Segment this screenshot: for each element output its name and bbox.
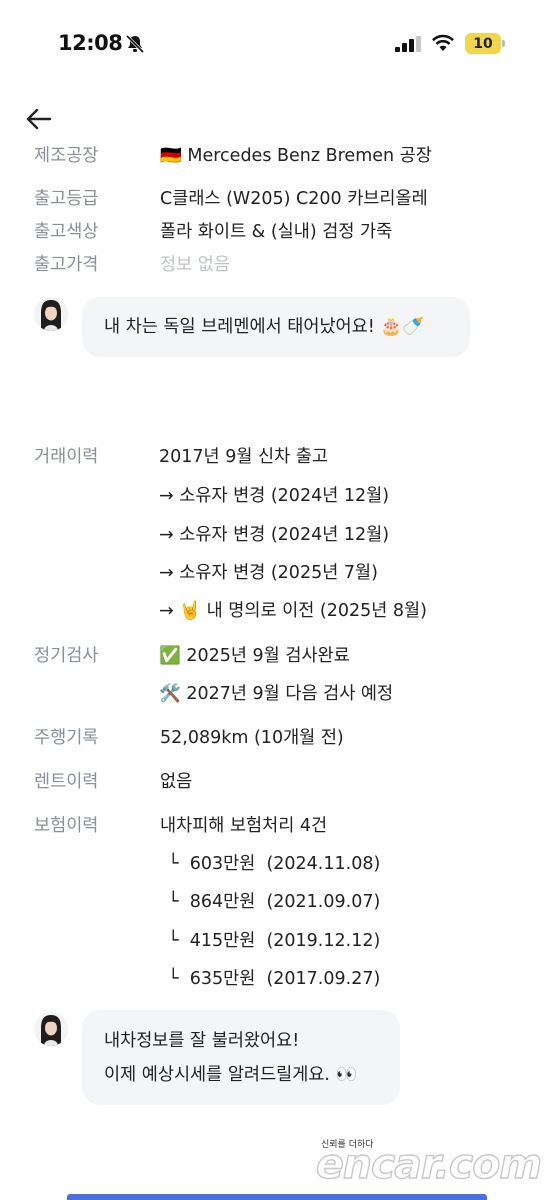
spec-value: 정보 없음 bbox=[160, 255, 230, 275]
avatar bbox=[34, 297, 68, 331]
insurance-item-date: (2017.09.27) bbox=[266, 969, 381, 989]
spec-value: 🇩🇪 Mercedes Benz Bremen 공장 bbox=[160, 142, 432, 167]
chat-message: 내 차는 독일 브레멘에서 태어났어요! 🎂🍼 bbox=[104, 317, 424, 337]
history-line: → 소유자 변경 (2024년 12월) bbox=[159, 525, 390, 545]
back-arrow-icon[interactable] bbox=[24, 104, 54, 134]
avatar-person-icon bbox=[34, 1012, 68, 1046]
insurance-item: └ 415만원 (2019.12.12) bbox=[168, 927, 380, 952]
history-line: 2017년 9월 신차 출고 bbox=[159, 447, 328, 467]
insurance-item-prefix: └ bbox=[168, 854, 179, 874]
inspection-line: 🛠️ 2027년 9월 다음 검사 예정 bbox=[159, 684, 394, 704]
spec-label: 제조공장 bbox=[34, 146, 99, 166]
avatar-person-icon bbox=[34, 297, 68, 331]
spec-value: 폴라 화이트 & (실내) 검정 가죽 bbox=[160, 222, 393, 242]
chat-message-line: 이제 예상시세를 알려드릴게요. 👀 bbox=[104, 1065, 358, 1085]
mileage-value: 52,089km (10개월 전) bbox=[160, 728, 344, 748]
spec-label: 출고가격 bbox=[34, 255, 99, 275]
insurance-item-prefix: └ bbox=[168, 892, 179, 912]
insurance-item: └ 864만원 (2021.09.07) bbox=[168, 888, 380, 913]
spec-label: 출고등급 bbox=[34, 189, 99, 209]
insurance-item-amount: 603만원 bbox=[189, 854, 256, 874]
history-line: → 🤘 내 명의로 이전 (2025년 8월) bbox=[159, 601, 427, 621]
inspection-label: 정기검사 bbox=[34, 646, 99, 666]
insurance-item-prefix: └ bbox=[168, 931, 179, 951]
insurance-label: 보험이력 bbox=[34, 816, 99, 836]
insurance-item-amount: 635만원 bbox=[189, 969, 256, 989]
insurance-item-amount: 864만원 bbox=[189, 892, 256, 912]
history-line: → 소유자 변경 (2025년 7월) bbox=[159, 563, 378, 583]
status-time: 12:08 bbox=[58, 31, 123, 55]
battery-level: 10 bbox=[473, 35, 493, 52]
bottom-action-bar[interactable] bbox=[67, 1194, 487, 1200]
rental-label: 렌트이력 bbox=[34, 772, 99, 792]
scrolled-row-clip: 제조공장 🇩🇪 Mercedes Benz Bremen 공장 bbox=[0, 138, 552, 168]
chat-message-line: 내차정보를 잘 불러왔어요! bbox=[104, 1031, 300, 1051]
spec-label: 출고색상 bbox=[34, 222, 99, 242]
chat-bubble-info-loaded: 내차정보를 잘 불러왔어요! 이제 예상시세를 알려드릴게요. 👀 bbox=[82, 1010, 400, 1105]
status-bar: 12:08 10 bbox=[0, 0, 552, 90]
mileage-label: 주행기록 bbox=[34, 728, 99, 748]
chat-bubble-factory: 내 차는 독일 브레멘에서 태어났어요! 🎂🍼 bbox=[82, 297, 470, 357]
insurance-summary: 내차피해 보험처리 4건 bbox=[160, 816, 328, 836]
insurance-item-prefix: └ bbox=[168, 969, 179, 989]
factory-value: Mercedes Benz Bremen 공장 bbox=[187, 146, 432, 166]
battery-indicator: 10 bbox=[465, 33, 501, 54]
germany-flag-icon: 🇩🇪 bbox=[160, 146, 182, 166]
encar-logo: encar.com bbox=[315, 1139, 543, 1188]
spec-value: C클래스 (W205) C200 카브리올레 bbox=[160, 189, 428, 209]
rental-value: 없음 bbox=[160, 772, 193, 792]
insurance-item-date: (2021.09.07) bbox=[266, 892, 381, 912]
inspection-line: ✅ 2025년 9월 검사완료 bbox=[159, 646, 350, 666]
insurance-item: └ 635만원 (2017.09.27) bbox=[168, 965, 380, 990]
insurance-item-amount: 415만원 bbox=[189, 931, 256, 951]
avatar bbox=[34, 1012, 68, 1046]
wifi-icon bbox=[432, 34, 454, 51]
history-line: → 소유자 변경 (2024년 12월) bbox=[159, 486, 390, 506]
insurance-item: └ 603만원 (2024.11.08) bbox=[168, 850, 380, 875]
insurance-item-date: (2024.11.08) bbox=[266, 854, 381, 874]
insurance-item-date: (2019.12.12) bbox=[266, 931, 381, 951]
battery-cap bbox=[502, 40, 505, 47]
history-label: 거래이력 bbox=[34, 447, 99, 467]
bell-muted-icon bbox=[125, 34, 145, 54]
cellular-signal-icon bbox=[395, 36, 421, 52]
